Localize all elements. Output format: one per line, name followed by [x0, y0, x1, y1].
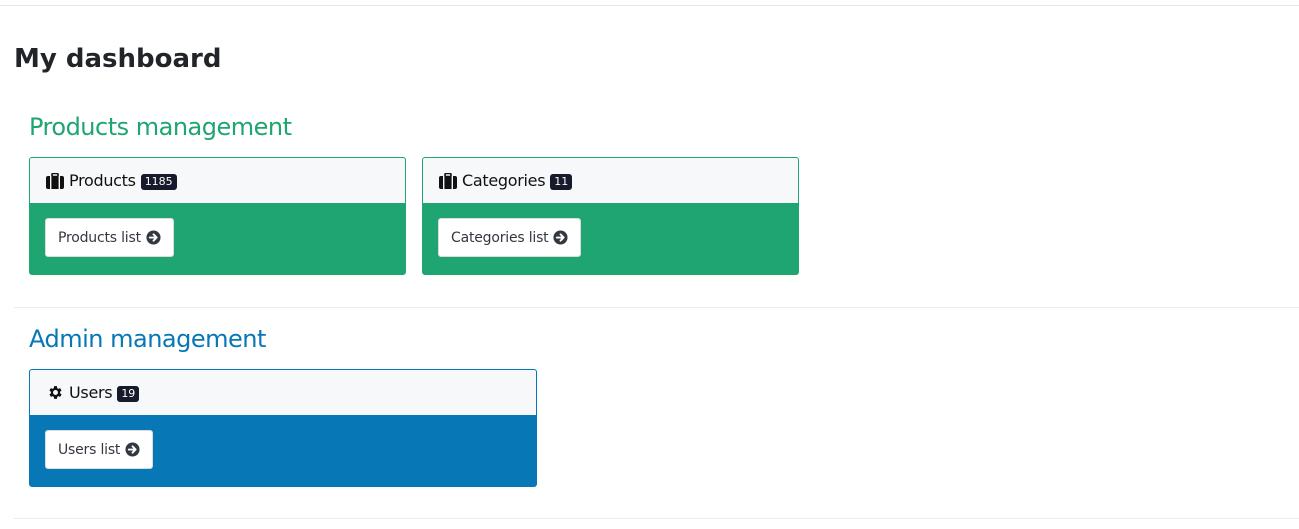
- section-divider: [14, 307, 1299, 308]
- card-header: Products 1185: [30, 158, 405, 203]
- button-label: Products list: [58, 229, 141, 246]
- card-users: Users 19 Users list: [29, 369, 537, 487]
- count-badge: 1185: [140, 173, 177, 190]
- card-body: Users list: [30, 415, 536, 469]
- count-badge: 11: [550, 173, 573, 190]
- top-divider: [0, 5, 1299, 6]
- section-divider: [14, 518, 1299, 519]
- arrow-circle-right-icon: [553, 230, 569, 245]
- button-label: Users list: [58, 441, 121, 458]
- card-title: Categories: [462, 171, 546, 190]
- card-body: Products list: [30, 203, 405, 257]
- card-title: Users: [69, 383, 113, 402]
- arrow-circle-right-icon: [146, 230, 161, 245]
- briefcase-icon: [46, 172, 64, 190]
- arrow-circle-right-icon: [125, 442, 140, 457]
- page-title: My dashboard: [14, 44, 222, 74]
- card-products: Products 1185 Products list: [29, 157, 406, 275]
- users-list-button[interactable]: Users list: [45, 430, 154, 469]
- card-title: Products: [69, 171, 136, 190]
- card-categories: Categories 11 Categories list: [422, 157, 799, 275]
- products-list-button[interactable]: Products list: [45, 218, 174, 257]
- card-body: Categories list: [423, 203, 798, 257]
- count-badge: 19: [117, 385, 140, 402]
- button-label: Categories list: [451, 229, 549, 246]
- categories-list-button[interactable]: Categories list: [438, 218, 582, 257]
- gear-icon: [46, 384, 64, 402]
- card-header: Users 19: [30, 370, 536, 415]
- section-title-admin-management: Admin management: [29, 325, 266, 353]
- briefcase-icon: [439, 172, 457, 190]
- card-header: Categories 11: [423, 158, 798, 203]
- section-title-products-management: Products management: [29, 113, 292, 141]
